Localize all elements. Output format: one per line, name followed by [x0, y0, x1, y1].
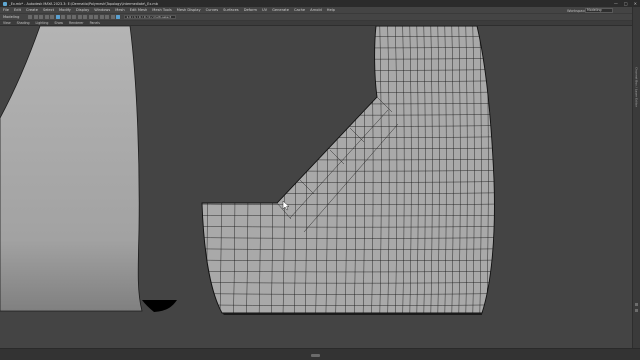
ipr-render-icon[interactable]: [105, 15, 110, 19]
snap-curve-icon[interactable]: [77, 15, 82, 19]
mesh-edge-column: [205, 26, 208, 313]
menu-uv[interactable]: UV: [262, 8, 267, 12]
menu-mesh-display[interactable]: Mesh Display: [177, 8, 201, 12]
panel-menu-view[interactable]: View: [3, 21, 11, 25]
attribute-editor-tab-icon[interactable]: [635, 303, 638, 306]
recorder-indicator: [311, 353, 320, 357]
right-side-strip: Channel Box / Layer Editor: [632, 7, 640, 352]
mesh-edge-column: [493, 26, 495, 313]
panel-menu-shading[interactable]: Shading: [17, 21, 30, 25]
select-by-object-icon[interactable]: [61, 15, 66, 19]
main-menu-bar: File Edit Create Select Modify Display W…: [0, 7, 640, 14]
snap-grid-icon[interactable]: [72, 15, 77, 19]
render-settings-icon[interactable]: [110, 15, 115, 19]
menu-edit-mesh[interactable]: Edit Mesh: [130, 8, 148, 12]
menu-arnold[interactable]: Arnold: [310, 8, 322, 12]
menu-set-dropdown[interactable]: Modeling: [3, 15, 19, 19]
menu-edit[interactable]: Edit: [14, 8, 21, 12]
open-scene-icon[interactable]: [33, 15, 38, 19]
menu-generate[interactable]: Generate: [272, 8, 289, 12]
menu-cache[interactable]: Cache: [294, 8, 305, 12]
tool-settings-tab-icon[interactable]: [635, 309, 638, 312]
status-line: Modeling 1.0 / 1 / 0 / 0 / 0 / multi-sel…: [0, 14, 640, 21]
panel-menu-show[interactable]: Show: [54, 21, 63, 25]
menu-curves[interactable]: Curves: [206, 8, 218, 12]
new-scene-icon[interactable]: [28, 15, 33, 19]
menu-surfaces[interactable]: Surfaces: [223, 8, 239, 12]
menu-help[interactable]: Help: [327, 8, 335, 12]
status-line-icons: [28, 15, 121, 19]
undo-icon[interactable]: [44, 15, 49, 19]
menu-display[interactable]: Display: [76, 8, 89, 12]
window-controls: — □ ✕: [614, 1, 637, 6]
snap-surface-icon[interactable]: [88, 15, 93, 19]
select-by-component-icon[interactable]: [66, 15, 71, 19]
left-cylinder-mesh: [0, 26, 177, 312]
menu-select[interactable]: Select: [43, 8, 54, 12]
help-line: [0, 348, 640, 360]
symmetry-icon[interactable]: [116, 15, 121, 19]
panel-menu-renderer[interactable]: Renderer: [69, 21, 84, 25]
maya-app-icon: [3, 1, 7, 6]
menu-file[interactable]: File: [3, 8, 9, 12]
select-by-hierarchy-icon[interactable]: [55, 15, 60, 19]
menu-mesh-tools[interactable]: Mesh Tools: [152, 8, 171, 12]
menu-windows[interactable]: Windows: [94, 8, 110, 12]
minimize-icon[interactable]: —: [614, 1, 618, 6]
menu-create[interactable]: Create: [26, 8, 38, 12]
panel-menu-panels[interactable]: Panels: [90, 21, 100, 25]
right-mesh-surface: [201, 26, 495, 315]
viewport-scene: [0, 26, 495, 315]
snap-point-icon[interactable]: [83, 15, 88, 19]
save-scene-icon[interactable]: [39, 15, 44, 19]
panel-menu-lighting[interactable]: Lighting: [36, 21, 49, 25]
window-title: _Ex.mb* - Autodesk MAYA 2023.3: E:\Derma…: [9, 1, 158, 6]
menu-mesh[interactable]: Mesh: [115, 8, 124, 12]
title-bar: _Ex.mb* - Autodesk MAYA 2023.3: E:\Derma…: [0, 0, 640, 7]
history-icon[interactable]: [94, 15, 99, 19]
input-field[interactable]: 1.0 / 1 / 0 / 0 / 0 / multi-select: [124, 14, 177, 20]
channel-box-tab[interactable]: Channel Box / Layer Editor: [635, 67, 639, 107]
viewport-3d[interactable]: [0, 26, 632, 348]
render-icon[interactable]: [99, 15, 104, 19]
close-icon[interactable]: ✕: [634, 1, 637, 6]
menu-deform[interactable]: Deform: [244, 8, 257, 12]
maximize-icon[interactable]: □: [624, 1, 628, 6]
workspace-dropdown[interactable]: Modeling: [585, 8, 613, 13]
menu-modify[interactable]: Modify: [59, 8, 71, 12]
redo-icon[interactable]: [50, 15, 55, 19]
